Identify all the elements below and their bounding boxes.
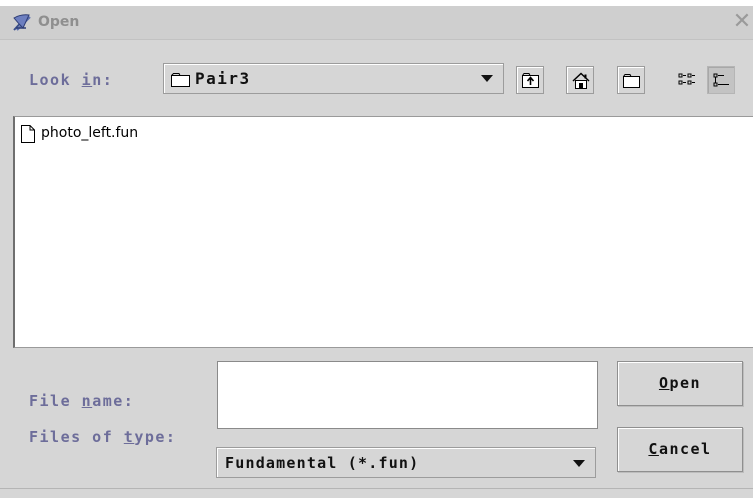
chevron-down-icon[interactable] — [481, 75, 493, 82]
look-in-label: Look in: — [29, 71, 114, 89]
files-of-type-label: Files of type: — [29, 428, 177, 446]
home-button[interactable] — [566, 66, 594, 94]
folder-icon — [171, 72, 191, 87]
look-in-combo[interactable]: Pair3 — [163, 63, 504, 94]
new-folder-button[interactable] — [617, 66, 645, 94]
file-name-label: File name: — [29, 392, 135, 410]
chevron-down-icon[interactable] — [573, 460, 585, 467]
file-icon — [21, 125, 35, 143]
file-list[interactable]: photo_left.fun — [13, 116, 753, 348]
open-dialog: Open ✕ Look in: Pair3 photo_left.fun Fil… — [0, 6, 753, 498]
up-folder-button[interactable] — [516, 66, 544, 94]
details-view-button[interactable] — [707, 66, 735, 94]
files-of-type-value: Fundamental (*.fun) — [225, 454, 420, 472]
file-name: photo_left.fun — [41, 125, 139, 141]
cancel-button[interactable]: Cancel — [617, 427, 743, 472]
files-of-type-combo[interactable]: Fundamental (*.fun) — [216, 447, 596, 478]
close-icon[interactable]: ✕ — [731, 10, 753, 34]
file-name-input[interactable] — [217, 361, 598, 429]
look-in-value: Pair3 — [195, 69, 251, 88]
divider — [0, 488, 753, 489]
java-cup-icon — [12, 12, 32, 32]
list-view-button[interactable] — [673, 66, 701, 94]
title-bar[interactable]: Open ✕ — [0, 6, 753, 40]
window-title: Open — [38, 14, 80, 30]
open-button[interactable]: Open — [617, 361, 743, 406]
